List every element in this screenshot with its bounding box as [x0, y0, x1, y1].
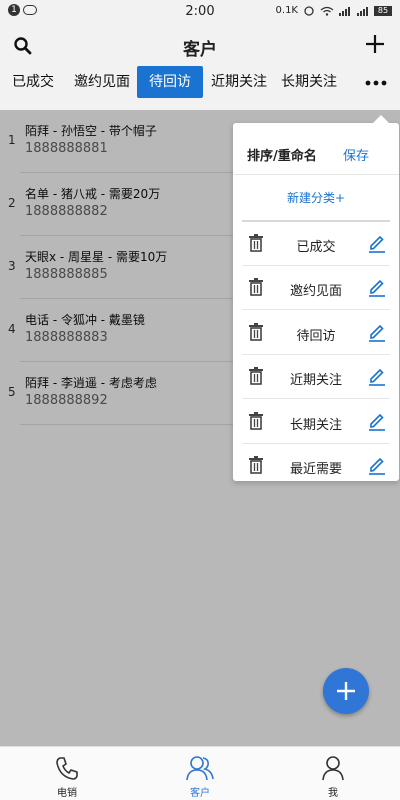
trash-icon[interactable] [248, 234, 264, 252]
signal-icon-2 [357, 6, 368, 16]
plus-icon [337, 682, 355, 700]
category-item[interactable]: 待回访 [242, 311, 390, 355]
page-title: 客户 [183, 40, 217, 60]
tab-follow-up[interactable]: 待回访 [137, 66, 203, 98]
category-label: 邀约见面 [289, 284, 342, 299]
tab-closed-deal[interactable]: 已成交 [6, 66, 60, 98]
popup-header: 排序/重命名 保存 [233, 123, 399, 175]
sort-rename-popup: 排序/重命名 保存 新建分类+ 已成交 邀约见面 待回访 近期关注 长期关注 最… [233, 115, 399, 481]
edit-icon[interactable] [368, 277, 386, 297]
tab-meeting[interactable]: 邀约见面 [71, 66, 133, 98]
nav-item-me[interactable]: 我 [293, 751, 373, 799]
category-label: 近期关注 [289, 373, 342, 388]
nav-label: 我 [328, 788, 338, 799]
status-indicators: 0.1K 85 [276, 5, 392, 16]
category-label: 长期关注 [289, 418, 342, 433]
app-header: 客户 [0, 24, 400, 68]
trash-icon[interactable] [248, 367, 264, 385]
net-speed: 0.1K [275, 5, 298, 16]
edit-icon[interactable] [368, 366, 386, 386]
category-label: 已成交 [296, 240, 336, 255]
more-icon[interactable] [364, 78, 388, 88]
category-label: 待回访 [296, 329, 336, 344]
new-category-button[interactable]: 新建分类+ [233, 175, 399, 221]
customers-icon [186, 756, 214, 781]
battery-icon: 85 [374, 5, 392, 16]
category-item[interactable]: 近期关注 [242, 355, 390, 399]
category-tabs: 已成交 邀约见面 待回访 近期关注 长期关注 [0, 66, 400, 102]
edit-icon[interactable] [368, 322, 386, 342]
category-item[interactable]: 长期关注 [242, 400, 390, 444]
wifi-icon [320, 6, 334, 16]
popup-title: 排序/重命名 [247, 149, 317, 164]
popup-arrow [373, 115, 389, 123]
tab-recent-focus[interactable]: 近期关注 [208, 66, 270, 98]
nav-item-telesales[interactable]: 电销 [27, 751, 107, 799]
category-item[interactable]: 邀约见面 [242, 266, 390, 310]
trash-icon[interactable] [248, 456, 264, 474]
category-label: 最近需要 [289, 462, 342, 477]
save-button[interactable]: 保存 [343, 145, 369, 164]
add-icon[interactable] [364, 33, 386, 55]
bottom-nav: 电销 客户 我 [0, 746, 400, 800]
add-customer-button[interactable] [323, 668, 369, 714]
category-item[interactable]: 已成交 [242, 222, 390, 266]
person-icon [322, 756, 344, 781]
category-item[interactable]: 最近需要 [242, 444, 390, 488]
nav-item-customers[interactable]: 客户 [160, 751, 240, 799]
status-bar: 1 2:00 0.1K 85 [0, 0, 400, 24]
nav-label: 电销 [57, 788, 77, 799]
tab-long-term-focus[interactable]: 长期关注 [278, 66, 340, 98]
trash-icon[interactable] [248, 278, 264, 296]
edit-icon[interactable] [368, 233, 386, 253]
alarm-icon [304, 5, 314, 16]
edit-icon[interactable] [368, 455, 386, 475]
nav-label: 客户 [190, 788, 210, 799]
trash-icon[interactable] [248, 412, 264, 430]
edit-icon[interactable] [368, 411, 386, 431]
trash-icon[interactable] [248, 323, 264, 341]
phone-icon [56, 757, 78, 780]
signal-icon [339, 6, 350, 16]
